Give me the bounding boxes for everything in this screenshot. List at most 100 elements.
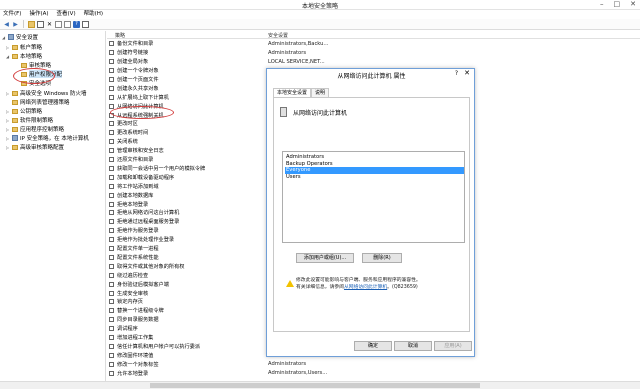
add-user-button[interactable]: 添加用户或组(U)... — [296, 253, 354, 263]
maximize-button[interactable]: □ — [614, 0, 621, 8]
tree-item-advanced-audit[interactable]: ▷ 高级审核策略配置 — [6, 143, 64, 151]
policy-name-cell: 创建全局对象 — [117, 59, 149, 66]
policy-name-cell: 修改固件环境值 — [117, 352, 154, 359]
column-header-policy[interactable]: 策略 — [115, 32, 125, 39]
table-row[interactable]: 创建全局对象 LOCAL SERVICE,NET... — [107, 58, 640, 66]
policy-name-cell: 拒绝通过远程桌面服务登录 — [117, 219, 180, 226]
policy-item-icon — [109, 130, 114, 136]
expand-arrow-icon[interactable]: ▷ — [6, 45, 10, 50]
close-button[interactable]: ✕ — [630, 0, 636, 8]
dialog-close-button[interactable]: ✕ — [464, 69, 470, 77]
dialog-title: 从网络访问此计算机 属性 — [337, 73, 406, 80]
policy-item-icon — [109, 228, 114, 234]
folder-icon — [12, 117, 18, 123]
policy-item-icon — [109, 68, 114, 74]
policy-name-cell: 拒绝从网络访问这台计算机 — [117, 210, 180, 217]
policy-name-cell: 从扩展坞上取下计算机 — [117, 94, 169, 101]
list-item-user[interactable]: Users — [285, 174, 464, 181]
policy-name-cell: 生成安全审核 — [117, 290, 149, 297]
policy-name-cell: 信任计算机和用户帐户可以执行委派 — [117, 343, 201, 350]
horizontal-scrollbar[interactable] — [0, 381, 640, 389]
expand-arrow-icon[interactable]: ▷ — [6, 118, 10, 123]
minimize-button[interactable]: – — [600, 0, 604, 8]
policy-setting-cell: Administrators,Users... — [268, 370, 328, 377]
folder-icon — [12, 126, 18, 132]
folder-icon — [12, 53, 18, 59]
expand-arrow-icon[interactable]: ▷ — [6, 127, 10, 132]
tree-item-software-restriction[interactable]: ▷ 软件限制策略 — [6, 116, 53, 124]
view-icon[interactable] — [82, 20, 89, 28]
expand-arrow-icon[interactable]: ▷ — [6, 136, 10, 141]
apply-button[interactable]: 应用(A) — [434, 341, 472, 351]
highlight-circle — [110, 106, 174, 119]
policy-name-cell: 调试程序 — [117, 326, 138, 333]
folder-icon — [12, 44, 18, 50]
forward-arrow-icon[interactable]: ▶ — [12, 21, 19, 28]
policy-name-cell: 创建一个令牌对象 — [117, 68, 159, 75]
table-row[interactable]: 备份文件和目录 Administrators,Backu... — [107, 40, 640, 48]
menu-view[interactable]: 查看(V) — [57, 10, 76, 19]
policy-name-cell: 替换一个进程级令牌 — [117, 308, 164, 315]
scrollbar-thumb[interactable] — [150, 383, 480, 388]
policy-item-icon — [109, 370, 114, 376]
back-arrow-icon[interactable]: ◀ — [3, 21, 10, 28]
policy-name-cell: 将工作站添加到域 — [117, 183, 159, 190]
tree-item-app-control[interactable]: ▷ 应用程序控制策略 — [6, 125, 64, 133]
policy-name-cell: 关闭系统 — [117, 139, 138, 146]
policy-item-icon — [109, 192, 114, 198]
policy-item-icon — [109, 59, 114, 65]
tab-local-security-setting[interactable]: 本地安全设置 — [273, 88, 312, 97]
policy-name-cell: 获取同一会话中另一个用户的模拟令牌 — [117, 165, 206, 172]
policy-item-icon — [109, 343, 114, 349]
tree-item-public-key[interactable]: ▷ 公钥策略 — [6, 107, 42, 115]
tree-item-ip-security[interactable]: ▷ IP 安全策略，在 本地计算机 — [6, 134, 89, 142]
policy-name-cell: 还原文件和目录 — [117, 157, 154, 164]
menu-help[interactable]: 帮助(H) — [84, 10, 103, 19]
folder-icon[interactable] — [28, 20, 35, 28]
policy-item-icon — [109, 299, 114, 305]
folder-icon — [12, 99, 18, 105]
tree-item-account-policy[interactable]: ▷ 帐户策略 — [6, 43, 42, 51]
show-hide-tree-icon[interactable] — [37, 20, 44, 28]
table-row[interactable]: 允许本地登录 Administrators,Users... — [107, 369, 640, 377]
help-icon[interactable]: ? — [73, 20, 80, 28]
collapse-arrow-icon[interactable]: ◢ — [2, 35, 6, 40]
policy-item-icon — [109, 50, 114, 56]
export-list-icon[interactable] — [64, 20, 71, 28]
folder-icon — [12, 108, 18, 114]
policy-item-icon — [109, 361, 114, 367]
remove-button[interactable]: 删除(R) — [362, 253, 402, 263]
menu-action[interactable]: 操作(A) — [29, 10, 48, 19]
policy-name-cell: 配置文件系统性能 — [117, 254, 159, 261]
policy-name-cell: 取得文件或其他对象的所有权 — [117, 263, 185, 270]
collapse-arrow-icon[interactable]: ◢ — [6, 54, 10, 59]
help-icon[interactable]: ? — [455, 70, 458, 77]
tree-item-local-policy[interactable]: ◢ 本地策略 — [6, 52, 42, 60]
policy-item-icon — [109, 201, 114, 207]
policy-name-cell: 更改系统时间 — [117, 130, 149, 137]
folder-icon — [12, 144, 18, 150]
expand-arrow-icon[interactable]: ▷ — [6, 145, 10, 150]
table-row[interactable]: 修改一个对象标签 Administrators — [107, 360, 640, 368]
cancel-button[interactable]: 取消 — [394, 341, 432, 351]
policy-name-cell: 更改时区 — [117, 121, 138, 128]
expand-arrow-icon[interactable]: ▷ — [6, 109, 10, 114]
delete-icon[interactable]: ✕ — [46, 21, 53, 28]
policy-icon — [280, 107, 287, 117]
menu-file[interactable]: 文件(F) — [3, 10, 21, 19]
policy-item-icon — [109, 335, 114, 341]
title-bar: 本地安全策略 – □ ✕ — [0, 0, 640, 10]
tab-explain[interactable]: 说明 — [311, 88, 330, 97]
column-header-setting[interactable]: 安全设置 — [268, 32, 288, 39]
ok-button[interactable]: 确定 — [354, 341, 392, 351]
properties-icon[interactable] — [55, 20, 62, 28]
tree-item-security-settings[interactable]: ◢ 安全设置 — [2, 33, 38, 41]
tree-item-firewall[interactable]: ▷ 高级安全 Windows 防火墙 — [6, 89, 87, 97]
policy-name-cell: 备份文件和目录 — [117, 41, 154, 48]
policy-help-link[interactable]: 从网络访问此计算机 — [344, 285, 387, 290]
policy-name-cell: 创建一个页面文件 — [117, 76, 159, 83]
expand-arrow-icon[interactable]: ▷ — [6, 91, 10, 96]
user-group-list[interactable]: Administrators Backup Operators Everyone… — [282, 151, 465, 243]
tree-item-network-list[interactable]: 网络列表管理器策略 — [6, 98, 70, 106]
table-row[interactable]: 创建符号链接 Administrators — [107, 49, 640, 57]
